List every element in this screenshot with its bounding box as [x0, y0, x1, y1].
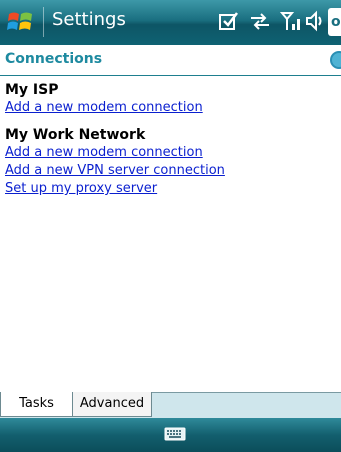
- menu-bar: [0, 418, 341, 452]
- tab-strip: Tasks Advanced: [0, 392, 341, 418]
- section-title: My Work Network: [5, 127, 146, 143]
- tab-tasks[interactable]: Tasks: [0, 392, 73, 417]
- page-title: Connections: [5, 51, 103, 67]
- title-separator: [43, 7, 44, 37]
- section-my-work-network: My Work Network Add a new modem connecti…: [5, 127, 335, 198]
- work-proxy-link[interactable]: Set up my proxy server: [5, 180, 335, 198]
- window-title: Settings: [52, 9, 126, 30]
- windows-flag-icon: [7, 12, 32, 30]
- section-title: My ISP: [5, 82, 59, 98]
- notes-check-icon[interactable]: [218, 10, 240, 36]
- volume-icon[interactable]: [305, 10, 325, 36]
- help-icon[interactable]: [329, 50, 341, 74]
- isp-add-modem-link[interactable]: Add a new modem connection: [5, 99, 335, 117]
- work-add-modem-link[interactable]: Add a new modem connection: [5, 144, 335, 162]
- signal-icon[interactable]: [279, 10, 302, 36]
- title-bar: Settings o: [0, 0, 341, 45]
- page-header: Connections: [0, 45, 341, 76]
- work-add-vpn-link[interactable]: Add a new VPN server connection: [5, 162, 335, 180]
- ok-button[interactable]: o: [328, 8, 341, 36]
- section-my-isp: My ISP Add a new modem connection: [5, 82, 335, 117]
- tab-advanced[interactable]: Advanced: [72, 392, 152, 417]
- keyboard-icon[interactable]: [164, 425, 186, 447]
- connections-content: My ISP Add a new modem connection My Wor…: [5, 82, 335, 208]
- start-button[interactable]: [6, 8, 36, 36]
- connectivity-arrows-icon[interactable]: [249, 10, 271, 36]
